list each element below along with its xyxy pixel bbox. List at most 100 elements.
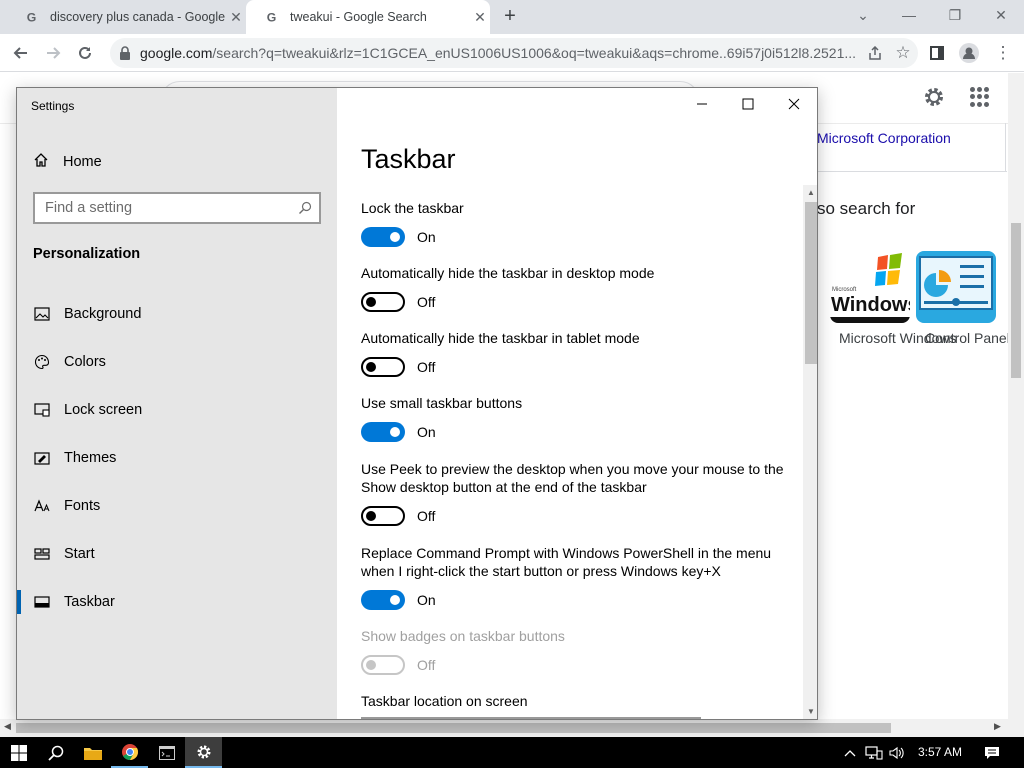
peek-toggle[interactable]: Off [361, 505, 435, 527]
logo-small-text: Microsoft [832, 287, 857, 293]
forward-arrow-icon[interactable] [40, 40, 66, 66]
option-label: Use small taskbar buttons [361, 395, 523, 411]
sidebar-item-start[interactable]: Start [17, 536, 337, 572]
search-icon[interactable] [37, 737, 74, 768]
search-icon[interactable] [291, 201, 319, 215]
minimize-icon[interactable] [679, 88, 725, 120]
settings-gear-icon[interactable] [185, 737, 222, 768]
sidebar-item-themes[interactable]: Themes [17, 440, 337, 476]
palette-icon [33, 353, 51, 371]
tab-close-icon[interactable]: ✕ [226, 9, 246, 26]
lock-taskbar-toggle[interactable]: On [361, 226, 436, 248]
lock-screen-icon [33, 401, 51, 419]
sidebar-item-colors[interactable]: Colors [17, 344, 337, 380]
share-icon[interactable] [862, 40, 888, 66]
sidebar-item-background[interactable]: Background [17, 296, 337, 332]
browser-tab-tweakui[interactable]: G tweakui - Google Search ✕ [246, 0, 490, 34]
sidebar-item-fonts[interactable]: Fonts [17, 488, 337, 524]
sidebar-item-taskbar[interactable]: Taskbar [17, 584, 337, 620]
toggle-switch[interactable] [361, 590, 405, 610]
network-icon[interactable] [862, 737, 886, 768]
action-center-icon[interactable] [978, 737, 1006, 768]
option-label: Show badges on taskbar buttons [361, 628, 565, 644]
taskbar-location-dropdown[interactable] [361, 717, 701, 719]
scrollbar-thumb[interactable] [16, 723, 891, 733]
autohide-tablet-toggle[interactable]: Off [361, 356, 435, 378]
scroll-left-arrow-icon[interactable]: ◀ [4, 721, 11, 732]
volume-icon[interactable] [886, 737, 908, 768]
settings-window: Settings Home Find a setting Personaliza… [16, 87, 818, 720]
home-icon [33, 152, 49, 173]
section-heading: Personalization [33, 246, 141, 262]
system-clock[interactable]: 3:57 AM [908, 737, 972, 768]
sidebar-item-lock-screen[interactable]: Lock screen [17, 392, 337, 428]
browser-tab-strip: G discovery plus canada - Google Search … [0, 0, 1024, 34]
chrome-menu-icon[interactable]: ⋮ [990, 40, 1016, 66]
page-horizontal-scrollbar[interactable]: ◀ ▶ [0, 719, 1024, 737]
small-buttons-toggle[interactable]: On [361, 421, 436, 443]
window-title: Settings [31, 99, 75, 113]
google-favicon-icon: G [24, 9, 40, 25]
settings-content: Taskbar Lock the taskbar On Automaticall… [337, 88, 817, 719]
close-window-icon[interactable]: ✕ [978, 0, 1024, 30]
browser-tab-discovery[interactable]: G discovery plus canada - Google Search … [6, 0, 246, 34]
settings-scrollbar[interactable]: ▲ ▼ [803, 185, 817, 719]
url-text: google.com/search?q=tweakui&rlz=1C1GCEA_… [140, 45, 857, 61]
close-icon[interactable] [771, 88, 817, 120]
option-label: Automatically hide the taskbar in tablet… [361, 330, 640, 346]
powershell-toggle[interactable]: On [361, 589, 436, 611]
reload-icon[interactable] [72, 40, 98, 66]
option-label: Lock the taskbar [361, 200, 464, 216]
publisher-link[interactable]: Microsoft Corporation [817, 130, 951, 146]
page-vertical-scrollbar[interactable] [1008, 73, 1024, 719]
google-apps-icon[interactable] [970, 87, 990, 107]
tab-search-chevron-icon[interactable]: ⌄ [840, 0, 886, 30]
related-label-control-panel[interactable]: Control Panel [925, 329, 1010, 348]
svg-text:G: G [267, 10, 277, 24]
toggle-switch[interactable] [361, 292, 405, 312]
toggle-switch[interactable] [361, 227, 405, 247]
logo-big-text: Windows [831, 294, 910, 316]
toggle-state: On [417, 592, 436, 608]
lock-icon[interactable] [110, 46, 140, 60]
new-tab-button[interactable]: + [498, 4, 522, 28]
file-explorer-icon[interactable] [74, 737, 111, 768]
minimize-icon[interactable]: — [886, 0, 932, 30]
toggle-switch [361, 655, 405, 675]
scroll-right-arrow-icon[interactable]: ▶ [994, 721, 1001, 732]
selection-indicator [17, 590, 21, 614]
people-also-search-heading: so search for [817, 199, 916, 218]
control-panel-thumbnail[interactable] [916, 251, 996, 323]
toggle-state: Off [417, 359, 436, 375]
tab-close-icon[interactable]: ✕ [470, 9, 490, 26]
sidebar-item-label: Colors [64, 354, 106, 370]
back-arrow-icon[interactable] [8, 40, 34, 66]
address-bar[interactable]: google.com/search?q=tweakui&rlz=1C1GCEA_… [110, 38, 918, 68]
settings-gear-icon[interactable] [922, 85, 946, 109]
toggle-switch[interactable] [361, 506, 405, 526]
scrollbar-thumb[interactable] [1011, 223, 1021, 378]
scrollbar-thumb[interactable] [805, 202, 817, 364]
restore-icon[interactable]: ❐ [932, 0, 978, 30]
chrome-icon[interactable] [111, 737, 148, 768]
home-nav-item[interactable]: Home [33, 151, 102, 173]
toggle-state: On [417, 424, 436, 440]
windows-start-icon[interactable] [0, 737, 37, 768]
start-icon [33, 545, 51, 563]
toggle-switch[interactable] [361, 422, 405, 442]
scroll-up-arrow-icon[interactable]: ▲ [807, 188, 815, 197]
show-hidden-icons-chevron-icon[interactable] [840, 737, 860, 768]
toggle-switch[interactable] [361, 357, 405, 377]
bookmark-star-icon[interactable]: ☆ [888, 40, 918, 66]
command-prompt-icon[interactable] [148, 737, 185, 768]
font-icon [33, 497, 51, 515]
profile-avatar-icon[interactable] [956, 40, 982, 66]
scroll-down-arrow-icon[interactable]: ▼ [807, 707, 815, 716]
option-label: Replace Command Prompt with Windows Powe… [361, 545, 772, 579]
find-setting-input[interactable]: Find a setting [33, 192, 321, 224]
microsoft-windows-thumbnail[interactable]: Microsoft Windows [830, 251, 910, 323]
side-panel-icon[interactable] [924, 40, 950, 66]
maximize-icon[interactable] [725, 88, 771, 120]
autohide-desktop-toggle[interactable]: Off [361, 291, 435, 313]
page-title: Taskbar [361, 144, 456, 174]
